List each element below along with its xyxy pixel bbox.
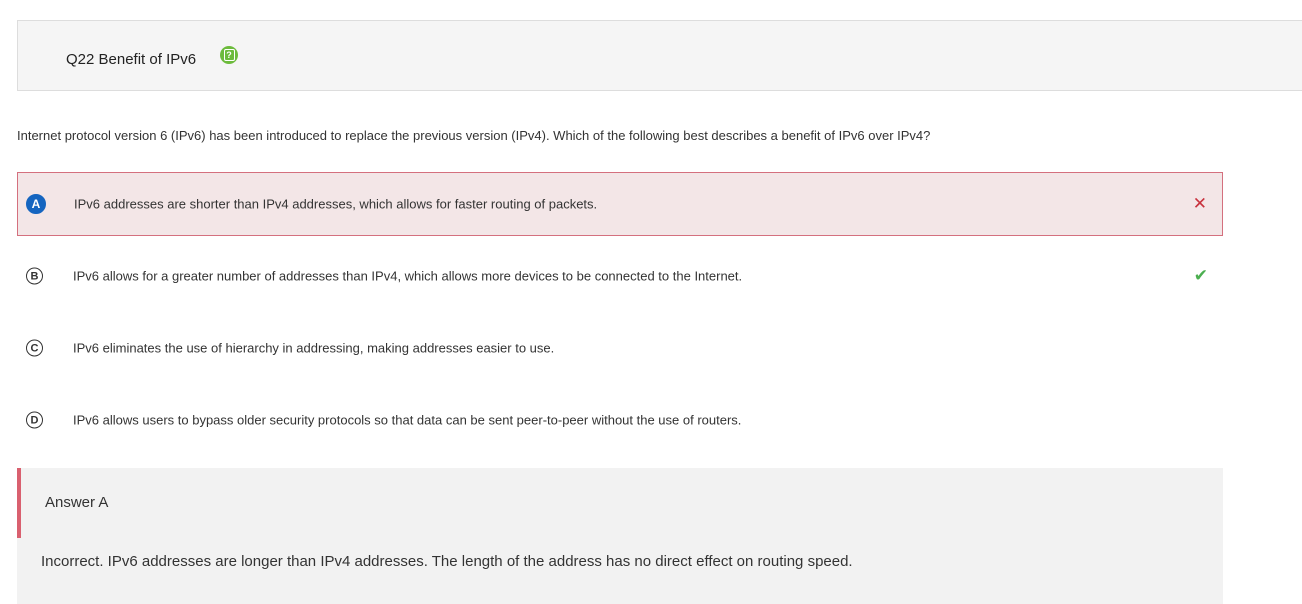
answer-title: Answer A: [45, 494, 109, 511]
option-text: IPv6 eliminates the use of hierarchy in …: [73, 340, 555, 356]
option-letter-badge: B: [26, 267, 43, 285]
question-text: Internet protocol version 6 (IPv6) has b…: [17, 128, 931, 143]
option-text: IPv6 addresses are shorter than IPv4 add…: [74, 196, 598, 212]
option-letter-badge: C: [26, 339, 43, 357]
incorrect-x-icon: ✕: [1192, 194, 1207, 213]
answer-status-stripe: [17, 468, 21, 538]
option-d[interactable]: D IPv6 allows users to bypass older secu…: [17, 388, 1223, 452]
quiz-page: Q22 Benefit of IPv6 ? Internet protocol …: [0, 0, 1302, 604]
option-text: IPv6 allows users to bypass older securi…: [73, 412, 742, 428]
answer-panel: Answer A Incorrect. IPv6 addresses are l…: [17, 468, 1223, 604]
help-icon[interactable]: ?: [220, 46, 238, 64]
option-text: IPv6 allows for a greater number of addr…: [73, 268, 743, 284]
option-c[interactable]: C IPv6 eliminates the use of hierarchy i…: [17, 316, 1223, 380]
correct-check-icon: ✔: [1193, 266, 1208, 285]
option-letter-badge: A: [26, 194, 46, 214]
option-a[interactable]: A IPv6 addresses are shorter than IPv4 a…: [17, 172, 1223, 236]
answer-explanation: Incorrect. IPv6 addresses are longer tha…: [41, 553, 853, 570]
option-b[interactable]: B IPv6 allows for a greater number of ad…: [17, 244, 1223, 308]
question-header: Q22 Benefit of IPv6 ?: [17, 20, 1302, 91]
question-title: Q22 Benefit of IPv6: [66, 51, 197, 68]
option-letter-badge: D: [26, 411, 43, 429]
